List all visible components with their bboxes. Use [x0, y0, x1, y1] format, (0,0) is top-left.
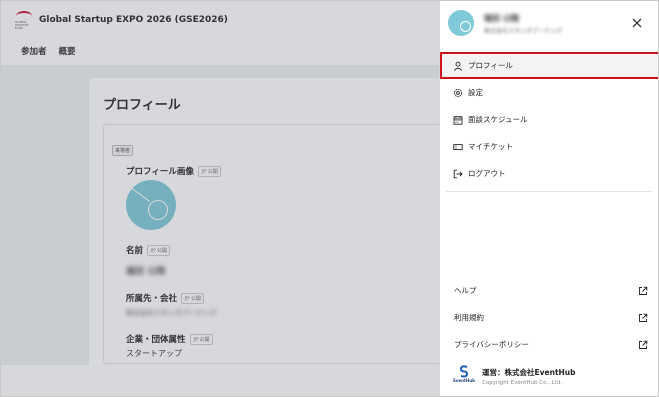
operator-text: 運営：株式会社EventHub: [482, 367, 576, 377]
gear-icon: [452, 87, 464, 99]
menu-item-label: ログアウト: [468, 169, 506, 178]
account-drawer: 堀田 公翔 株式会社スタンダブーデング プロフィール 設定 面談スケジュール マ…: [439, 1, 658, 396]
menu-item-label: 面談スケジュール: [468, 115, 528, 124]
menu-item-label: 設定: [468, 88, 483, 97]
close-icon: [632, 18, 642, 28]
eventhub-logo-caption: EventHub: [453, 378, 475, 383]
link-label: ヘルプ: [454, 286, 477, 295]
app-window: GLOBAL STARTUP EXPO Global Startup EXPO …: [0, 0, 659, 397]
ticket-icon: [452, 141, 464, 153]
link-help[interactable]: ヘルプ: [440, 277, 658, 304]
drawer-footer: EventHub 運営：株式会社EventHub Copyright Event…: [453, 365, 576, 387]
drawer-header: 堀田 公翔 株式会社スタンダブーデング: [440, 1, 658, 45]
drawer-links: ヘルプ 利用規約 プライバシーポリシー: [440, 277, 658, 358]
drawer-divider: [446, 191, 652, 192]
external-link-icon: [639, 286, 648, 295]
link-terms[interactable]: 利用規約: [440, 304, 658, 331]
user-icon: [452, 60, 464, 72]
menu-item-logout[interactable]: ログアウト: [440, 160, 658, 187]
footer-text: 運営：株式会社EventHub Copyright EventHub Co., …: [482, 367, 576, 386]
avatar-ring-decoration: [460, 21, 471, 32]
drawer-menu: プロフィール 設定 面談スケジュール マイチケット ログアウト: [440, 52, 658, 187]
external-link-icon: [639, 340, 648, 349]
menu-item-label: プロフィール: [468, 61, 513, 70]
menu-item-meeting-schedule[interactable]: 面談スケジュール: [440, 106, 658, 133]
user-name: 堀田 公翔: [484, 14, 519, 23]
menu-item-my-ticket[interactable]: マイチケット: [440, 133, 658, 160]
user-company: 株式会社スタンダブーデング: [484, 28, 563, 35]
user-avatar: [448, 10, 474, 36]
logout-icon: [452, 168, 464, 180]
copyright-text: Copyright EventHub Co., Ltd.: [482, 379, 563, 386]
menu-item-settings[interactable]: 設定: [440, 79, 658, 106]
link-privacy-policy[interactable]: プライバシーポリシー: [440, 331, 658, 358]
eventhub-logo: EventHub: [453, 365, 475, 387]
menu-item-label: マイチケット: [468, 142, 513, 151]
link-label: 利用規約: [454, 313, 484, 322]
link-label: プライバシーポリシー: [454, 340, 529, 349]
menu-item-profile[interactable]: プロフィール: [440, 52, 658, 79]
calendar-icon: [452, 114, 464, 126]
close-button[interactable]: [627, 13, 647, 33]
eventhub-logo-mark: [459, 365, 469, 378]
external-link-icon: [639, 313, 648, 322]
